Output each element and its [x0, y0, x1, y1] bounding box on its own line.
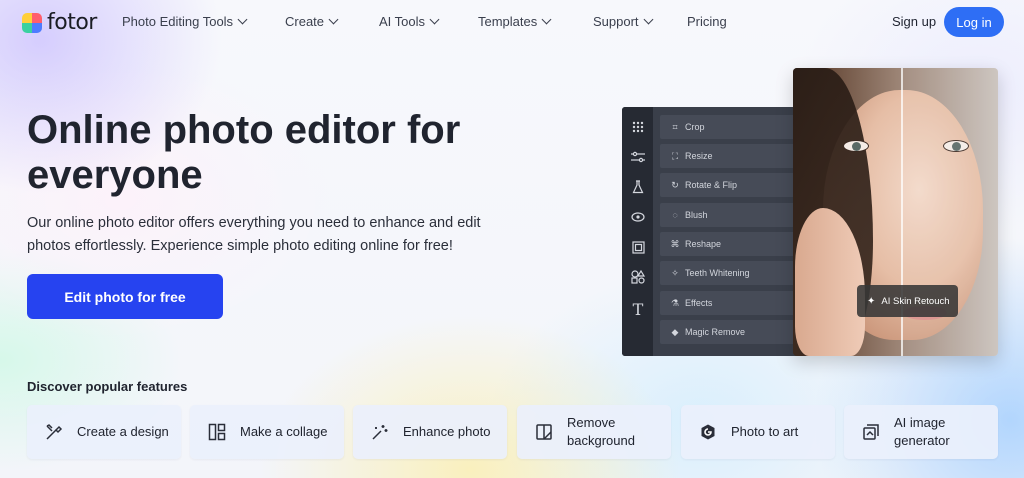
tool-teeth-whitening: ✧ Teeth Whitening — [660, 261, 796, 285]
sparkle-icon: ✦ — [867, 295, 876, 307]
shapes-icon — [630, 269, 646, 285]
tool-label: Effects — [685, 298, 713, 308]
tool-label: Crop — [685, 122, 705, 132]
nav-label: Pricing — [687, 14, 727, 29]
nav-label: Create — [285, 14, 325, 29]
feature-label: Photo to art — [731, 424, 799, 439]
nav-ai-tools[interactable]: AI Tools — [379, 14, 440, 29]
nav-pricing[interactable]: Pricing — [687, 14, 727, 29]
effects-icon: ⚗ — [670, 297, 680, 308]
feature-card-enhance-photo[interactable]: Enhance photo — [353, 405, 507, 459]
flask-icon — [630, 179, 646, 195]
feature-label: Make a collage — [240, 424, 328, 439]
nav-support[interactable]: Support — [593, 14, 653, 29]
nav-label: Templates — [478, 14, 538, 29]
feature-label: Remove background — [567, 415, 635, 448]
ai-image-icon — [860, 421, 882, 443]
feature-card-photo-to-art[interactable]: Photo to art — [681, 405, 835, 459]
fotor-logo-icon — [22, 12, 42, 33]
tool-label: Teeth Whitening — [685, 268, 750, 278]
fotor-logo[interactable]: fotor — [22, 10, 97, 35]
nav-templates[interactable]: Templates — [478, 14, 552, 29]
sliders-icon — [630, 149, 646, 165]
tool-effects: ⚗ Effects — [660, 291, 796, 315]
log-in-button[interactable]: Log in — [944, 7, 1004, 37]
nav-label: Photo Editing Tools — [122, 14, 234, 29]
chevron-down-icon — [541, 14, 552, 25]
feature-card-create-design[interactable]: Create a design — [27, 405, 181, 459]
feature-label: Enhance photo — [403, 424, 491, 439]
feature-card-make-collage[interactable]: Make a collage — [190, 405, 344, 459]
edit-photo-button[interactable]: Edit photo for free — [27, 274, 223, 319]
features-heading: Discover popular features — [27, 379, 188, 394]
editor-toolbar: T — [622, 107, 653, 356]
ai-skin-retouch-badge: ✦ AI Skin Retouch — [857, 285, 958, 317]
feature-card-ai-image-generator[interactable]: AI image generator — [844, 405, 998, 459]
design-icon — [43, 421, 65, 443]
chevron-down-icon — [328, 14, 339, 25]
blush-icon: ◌ — [672, 210, 678, 220]
tool-label: Resize — [685, 151, 713, 161]
text-icon: T — [632, 299, 644, 319]
editor-preview-panel: T ⌗ Crop ⛶ Resize ↻ Rotate & Flip ◌ Blus… — [622, 107, 802, 356]
feature-label: Create a design — [77, 424, 169, 439]
logo-text: fotor — [47, 10, 97, 35]
enhance-icon — [369, 421, 391, 443]
remove-bg-icon — [533, 421, 555, 443]
reshape-icon: ⌘ — [670, 238, 680, 249]
tool-label: Magic Remove — [685, 327, 746, 337]
teeth-icon: ✧ — [671, 267, 679, 278]
feature-card-remove-background[interactable]: Remove background — [517, 405, 671, 459]
art-icon — [697, 421, 719, 443]
tool-label: Rotate & Flip — [685, 180, 738, 190]
nav-label: AI Tools — [379, 14, 426, 29]
crop-icon: ⌗ — [672, 121, 678, 132]
tool-blush: ◌ Blush — [660, 203, 796, 227]
sign-up-link[interactable]: Sign up — [892, 14, 936, 29]
grid-icon — [630, 119, 646, 135]
nav-create[interactable]: Create — [285, 14, 339, 29]
tool-rotate-flip: ↻ Rotate & Flip — [660, 173, 796, 197]
chevron-down-icon — [237, 14, 248, 25]
chevron-down-icon — [643, 14, 653, 25]
frame-icon — [630, 239, 646, 255]
tool-label: Reshape — [685, 239, 722, 249]
tool-crop: ⌗ Crop — [660, 115, 796, 139]
chevron-down-icon — [429, 14, 440, 25]
resize-icon: ⛶ — [671, 150, 679, 161]
eye-icon — [630, 209, 646, 225]
collage-icon — [206, 421, 228, 443]
nav-label: Support — [593, 14, 639, 29]
rotate-icon: ↻ — [671, 179, 679, 190]
tool-magic-remove: ◆ Magic Remove — [660, 320, 796, 344]
hero-title: Online photo editor for everyone — [27, 108, 461, 197]
hero-description: Our online photo editor offers everythin… — [27, 215, 481, 254]
tool-resize: ⛶ Resize — [660, 144, 796, 168]
tool-label: Blush — [685, 210, 708, 220]
nav-photo-editing-tools[interactable]: Photo Editing Tools — [122, 14, 248, 29]
eraser-icon: ◆ — [671, 326, 679, 337]
feature-label: AI image generator — [894, 415, 950, 448]
top-navigation: fotor Photo Editing Tools Create AI Tool… — [0, 0, 1024, 44]
tool-reshape: ⌘ Reshape — [660, 232, 796, 256]
badge-label: AI Skin Retouch — [881, 295, 950, 307]
